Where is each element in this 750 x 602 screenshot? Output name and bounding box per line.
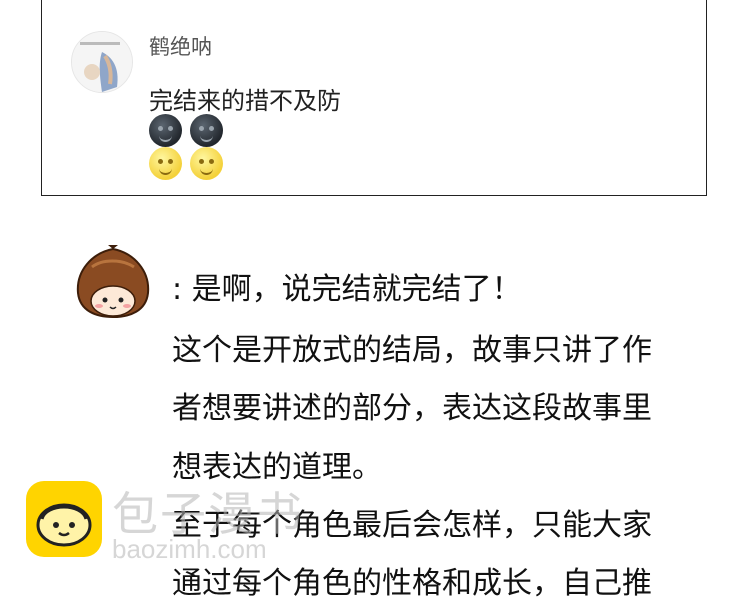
reply-line: 这个是开放式的结局，故事只讲了作 <box>172 333 652 368</box>
user-avatar[interactable] <box>71 31 133 93</box>
reply-line: 者想要讲述的部分，表达这段故事里 <box>172 391 652 426</box>
emoji-row-2 <box>149 147 223 180</box>
dark-moon-face-icon <box>190 114 223 147</box>
smiling-sun-face-icon <box>149 147 182 180</box>
reply-first-line: : 是啊，说完结就完结了！ <box>172 272 522 307</box>
comment-card: 鹤绝呐 完结来的措不及防 <box>41 0 707 196</box>
dark-moon-face-icon <box>149 114 182 147</box>
comment-text: 完结来的措不及防 <box>149 87 341 115</box>
smiling-sun-face-icon <box>190 147 223 180</box>
chestnut-mascot-icon <box>72 245 154 320</box>
emoji-row-1 <box>149 114 223 147</box>
comment-username[interactable]: 鹤绝呐 <box>149 31 212 61</box>
watermark-logo-icon <box>26 481 102 557</box>
watermark-url: baozimh.com <box>112 534 267 564</box>
